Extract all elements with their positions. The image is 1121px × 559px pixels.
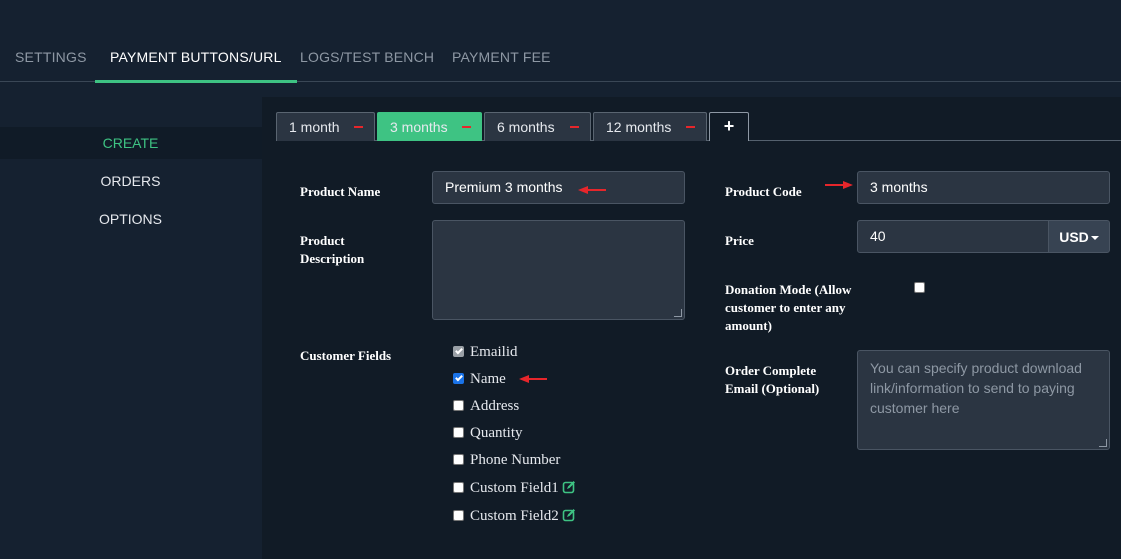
price-value: 40 xyxy=(870,228,886,244)
custom-field1-checkbox[interactable] xyxy=(453,482,464,493)
resize-grip-icon[interactable] xyxy=(1099,439,1107,447)
add-product-tab-button[interactable]: + xyxy=(709,112,749,141)
top-tab-bar: SETTINGS PAYMENT BUTTONS/URL LOGS/TEST B… xyxy=(0,0,1121,83)
red-arrow-icon xyxy=(825,181,853,189)
emailid-checkbox xyxy=(453,346,464,357)
caret-down-icon xyxy=(1090,236,1099,241)
order-email-placeholder: You can specify product download link/in… xyxy=(870,360,1082,416)
customer-field-label: Emailid xyxy=(470,344,518,360)
address-checkbox[interactable] xyxy=(453,400,464,411)
minus-icon[interactable] xyxy=(686,126,695,128)
product-name-input[interactable]: Premium 3 months xyxy=(432,171,685,204)
custom-field2-checkbox[interactable] xyxy=(453,510,464,521)
product-tab-label: 6 months xyxy=(497,119,555,135)
currency-value: USD xyxy=(1059,229,1089,245)
order-complete-email-textarea[interactable]: You can specify product download link/in… xyxy=(857,350,1110,450)
edit-square-icon[interactable] xyxy=(562,508,576,522)
red-arrow-icon xyxy=(578,186,606,194)
tab-payment-buttons-url[interactable]: PAYMENT BUTTONS/URL xyxy=(95,49,297,83)
name-checkbox[interactable] xyxy=(453,373,464,384)
nav-item-options[interactable]: OPTIONS xyxy=(0,203,262,235)
phone-number-checkbox[interactable] xyxy=(453,454,464,465)
product-description-label: Product Description xyxy=(300,233,365,266)
customer-field-label: Custom Field2 xyxy=(470,508,559,524)
nav-item-create[interactable]: CREATE xyxy=(0,127,262,159)
order-complete-email-label: Order Complete Email (Optional) xyxy=(725,363,820,396)
product-code-label: Product Code xyxy=(725,184,802,199)
product-code-input[interactable]: 3 months xyxy=(857,171,1110,204)
product-code-value: 3 months xyxy=(870,179,928,195)
tab-logs-test-bench[interactable]: LOGS/TEST BENCH xyxy=(300,49,434,81)
minus-icon[interactable] xyxy=(462,126,471,128)
product-name-label: Product Name xyxy=(300,184,381,199)
product-description-textarea[interactable] xyxy=(432,220,685,320)
plus-icon: + xyxy=(723,116,735,136)
customer-field-label-wrap: Custom Field1 xyxy=(470,478,576,498)
left-nav: CREATE ORDERS OPTIONS xyxy=(0,97,262,559)
tab-settings[interactable]: SETTINGS xyxy=(15,49,87,81)
price-input[interactable]: 40 xyxy=(857,220,1049,253)
customer-field-label-wrap: Custom Field2 xyxy=(470,506,576,526)
product-tab-3-months[interactable]: 3 months xyxy=(377,112,482,141)
donation-mode-label: Donation Mode (Allow customer to enter a… xyxy=(725,282,852,333)
resize-grip-icon[interactable] xyxy=(674,309,682,317)
quantity-checkbox[interactable] xyxy=(453,427,464,438)
customer-fields-label: Customer Fields xyxy=(300,348,392,363)
product-tab-label: 3 months xyxy=(390,119,448,135)
product-tab-label: 12 months xyxy=(606,119,672,135)
customer-field-label: Name xyxy=(470,371,506,387)
tab-payment-fee[interactable]: PAYMENT FEE xyxy=(452,49,551,81)
customer-field-label: Custom Field1 xyxy=(470,480,559,496)
edit-square-icon[interactable] xyxy=(562,480,576,494)
red-arrow-icon xyxy=(519,375,547,383)
product-editor-panel: 1 month 3 months 6 months 12 months + Pr… xyxy=(262,97,1121,559)
product-tab-1-month[interactable]: 1 month xyxy=(276,112,375,141)
price-label: Price xyxy=(725,233,754,248)
minus-icon[interactable] xyxy=(354,126,363,128)
product-tab-6-months[interactable]: 6 months xyxy=(484,112,591,141)
customer-field-label: Quantity xyxy=(470,425,523,441)
customer-field-label: Address xyxy=(470,398,520,414)
product-tab-12-months[interactable]: 12 months xyxy=(593,112,707,141)
customer-field-label: Phone Number xyxy=(470,452,561,468)
donation-mode-checkbox[interactable] xyxy=(914,282,925,293)
minus-icon[interactable] xyxy=(570,126,579,128)
product-name-value: Premium 3 months xyxy=(445,179,563,195)
nav-item-orders[interactable]: ORDERS xyxy=(0,165,262,197)
currency-dropdown[interactable]: USD xyxy=(1048,220,1110,253)
product-tab-label: 1 month xyxy=(289,119,340,135)
